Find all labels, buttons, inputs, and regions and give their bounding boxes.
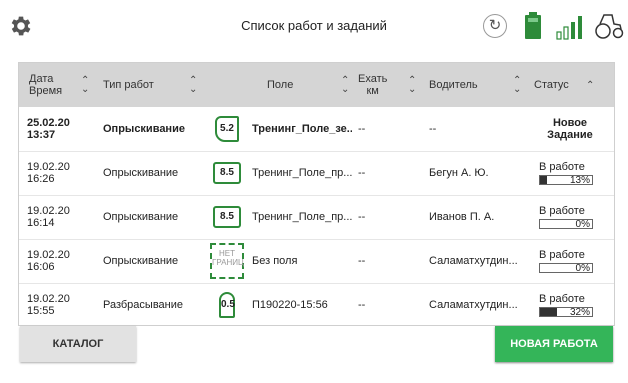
col-field: Поле xyxy=(267,79,294,91)
row-work-type: Опрыскивание xyxy=(103,167,179,179)
progress-bar: 32% xyxy=(539,307,593,318)
field-shape-icon: 8.5 xyxy=(211,151,243,195)
row-field-name: Тренинг_Поле_пр... xyxy=(252,211,352,223)
table-row[interactable]: 19.02.20 15:55 Разбрасывание 0.5 П190220-… xyxy=(19,283,614,325)
row-distance: -- xyxy=(358,211,366,223)
sort-driver-icon[interactable]: ⌃ ⌄ xyxy=(513,63,529,107)
field-shape-icon: 0.5 xyxy=(211,283,243,325)
col-driver: Водитель xyxy=(429,79,478,91)
row-datetime: 19.02.20 16:14 xyxy=(27,205,70,229)
field-shape-icon: 5.2 xyxy=(211,107,243,151)
sort-work-type-icon[interactable]: ⌃ ⌄ xyxy=(189,63,205,107)
row-field-name: П190220-15:56 xyxy=(252,299,328,311)
row-driver: Бегун А. Ю. xyxy=(429,167,489,179)
row-driver: Иванов П. А. xyxy=(429,211,495,223)
sort-distance-icon[interactable]: ⌃ ⌄ xyxy=(408,63,424,107)
table-header: Дата Время ⌃ ⌄ Тип работ ⌃ ⌄ Поле ⌃ ⌄ Ехать… xyxy=(19,63,614,107)
col-distance: Ехать км xyxy=(358,73,388,97)
col-status: Статус xyxy=(534,79,569,91)
table-row[interactable]: 19.02.20 16:26 Опрыскивание 8.5 Тренинг_П… xyxy=(19,151,614,196)
status-badge: В работе 32% xyxy=(539,283,601,325)
progress-bar: 0% xyxy=(539,263,593,274)
col-work-type: Тип работ xyxy=(103,79,154,91)
row-work-type: Опрыскивание xyxy=(103,255,179,267)
row-datetime: 19.02.20 16:06 xyxy=(27,249,70,273)
no-boundary-icon: НЕТ ГРАНИЦ xyxy=(210,239,244,283)
table-row[interactable]: 19.02.20 16:14 Опрыскивание 8.5 Тренинг_П… xyxy=(19,195,614,240)
sort-status-icon[interactable]: ⌃ xyxy=(586,63,602,107)
row-datetime: 19.02.20 16:26 xyxy=(27,161,70,185)
status-badge: В работе 0% xyxy=(539,239,601,283)
row-datetime: 25.02.20 13:37 xyxy=(27,117,70,141)
catalog-button[interactable]: КАТАЛОГ xyxy=(20,326,136,362)
signal-icon xyxy=(556,16,582,40)
progress-bar: 13% xyxy=(539,175,593,186)
status-badge: В работе 0% xyxy=(539,195,601,239)
tractor-icon xyxy=(595,14,624,39)
col-datetime: Дата Время xyxy=(29,73,63,97)
progress-bar: 0% xyxy=(539,219,593,230)
row-datetime: 19.02.20 15:55 xyxy=(27,293,70,317)
row-driver: -- xyxy=(429,123,437,135)
row-distance: -- xyxy=(358,255,366,267)
row-field-name: Тренинг_Поле_зе... xyxy=(252,123,352,135)
jobs-table: Дата Время ⌃ ⌄ Тип работ ⌃ ⌄ Поле ⌃ ⌄ Ехать… xyxy=(18,62,615,326)
row-distance: -- xyxy=(358,123,366,135)
row-work-type: Опрыскивание xyxy=(103,123,185,135)
table-row[interactable]: 25.02.20 13:37 Опрыскивание 5.2 Тренинг_П… xyxy=(19,107,614,152)
new-job-button[interactable]: НОВАЯ РАБОТА xyxy=(495,326,613,362)
row-field-name: Без поля xyxy=(252,255,298,267)
row-distance: -- xyxy=(358,299,366,311)
battery-icon xyxy=(525,12,541,39)
sort-field-icon[interactable]: ⌃ ⌄ xyxy=(341,63,357,107)
row-field-name: Тренинг_Поле_пр... xyxy=(252,167,352,179)
row-driver: Саламатхутдин... xyxy=(429,299,518,311)
row-distance: -- xyxy=(358,167,366,179)
row-work-type: Разбрасывание xyxy=(103,299,184,311)
sync-icon[interactable]: ↻ xyxy=(483,14,507,38)
table-row[interactable]: 19.02.20 16:06 Опрыскивание НЕТ ГРАНИЦ Бе… xyxy=(19,239,614,284)
top-bar: Список работ и заданий ↻ xyxy=(0,0,628,52)
status-badge: Новое Задание xyxy=(547,117,593,141)
row-work-type: Опрыскивание xyxy=(103,211,179,223)
field-shape-icon: 8.5 xyxy=(211,195,243,239)
row-driver: Саламатхутдин... xyxy=(429,255,518,267)
sort-datetime-icon[interactable]: ⌃ ⌄ xyxy=(81,63,97,107)
status-badge: В работе 13% xyxy=(539,151,601,195)
